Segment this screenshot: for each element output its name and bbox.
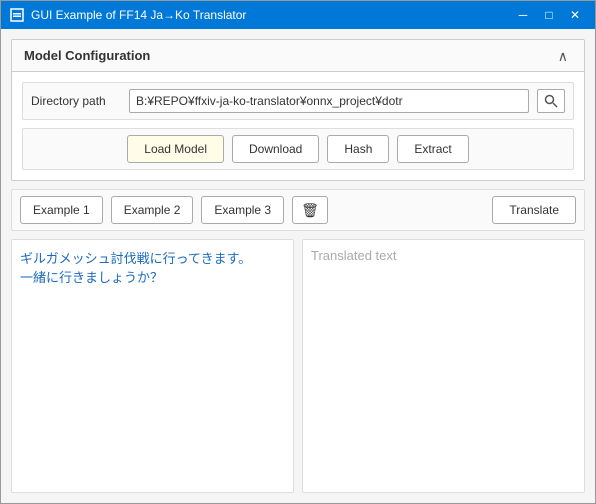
example2-button[interactable]: Example 2 xyxy=(111,196,194,224)
directory-label: Directory path xyxy=(31,94,121,108)
title-bar: GUI Example of FF14 Ja→Ko Translator ─ □… xyxy=(1,1,595,29)
hash-button[interactable]: Hash xyxy=(327,135,389,163)
actions-row: Load Model Download Hash Extract xyxy=(22,128,574,170)
browse-button[interactable] xyxy=(537,89,565,113)
maximize-button[interactable]: □ xyxy=(537,5,561,25)
directory-row: Directory path xyxy=(22,82,574,120)
example3-button[interactable]: Example 3 xyxy=(201,196,284,224)
text-area-row: ギルガメッシュ討伐戦に行ってきます。 一緒に行きましょうか？ Translate… xyxy=(11,239,585,493)
model-config-panel: Model Configuration ∧ Directory path xyxy=(11,39,585,181)
collapse-button[interactable]: ∧ xyxy=(554,49,572,63)
window-icon xyxy=(9,7,25,23)
clear-button[interactable]: 🗑 xyxy=(292,196,328,224)
search-icon xyxy=(544,94,558,108)
download-button[interactable]: Download xyxy=(232,135,319,163)
directory-input[interactable] xyxy=(129,89,529,113)
source-text: ギルガメッシュ討伐戦に行ってきます。 一緒に行きましょうか？ xyxy=(20,251,251,285)
load-model-button[interactable]: Load Model xyxy=(127,135,224,163)
extract-button[interactable]: Extract xyxy=(397,135,468,163)
minimize-button[interactable]: ─ xyxy=(511,5,535,25)
translated-text-panel[interactable]: Translated text xyxy=(302,239,585,493)
close-button[interactable]: ✕ xyxy=(563,5,587,25)
trash-icon: 🗑 xyxy=(301,202,319,219)
main-window: GUI Example of FF14 Ja→Ko Translator ─ □… xyxy=(0,0,596,504)
translated-placeholder: Translated text xyxy=(311,248,397,263)
content-area: Model Configuration ∧ Directory path xyxy=(1,29,595,503)
section-header: Model Configuration ∧ xyxy=(12,40,584,72)
section-content: Directory path Load Model Download Hash … xyxy=(12,72,584,180)
window-title: GUI Example of FF14 Ja→Ko Translator xyxy=(31,8,511,22)
translate-button[interactable]: Translate xyxy=(492,196,576,224)
window-controls: ─ □ ✕ xyxy=(511,5,587,25)
examples-row: Example 1 Example 2 Example 3 🗑 Translat… xyxy=(11,189,585,231)
section-title: Model Configuration xyxy=(24,48,150,63)
source-text-panel[interactable]: ギルガメッシュ討伐戦に行ってきます。 一緒に行きましょうか？ xyxy=(11,239,294,493)
example1-button[interactable]: Example 1 xyxy=(20,196,103,224)
